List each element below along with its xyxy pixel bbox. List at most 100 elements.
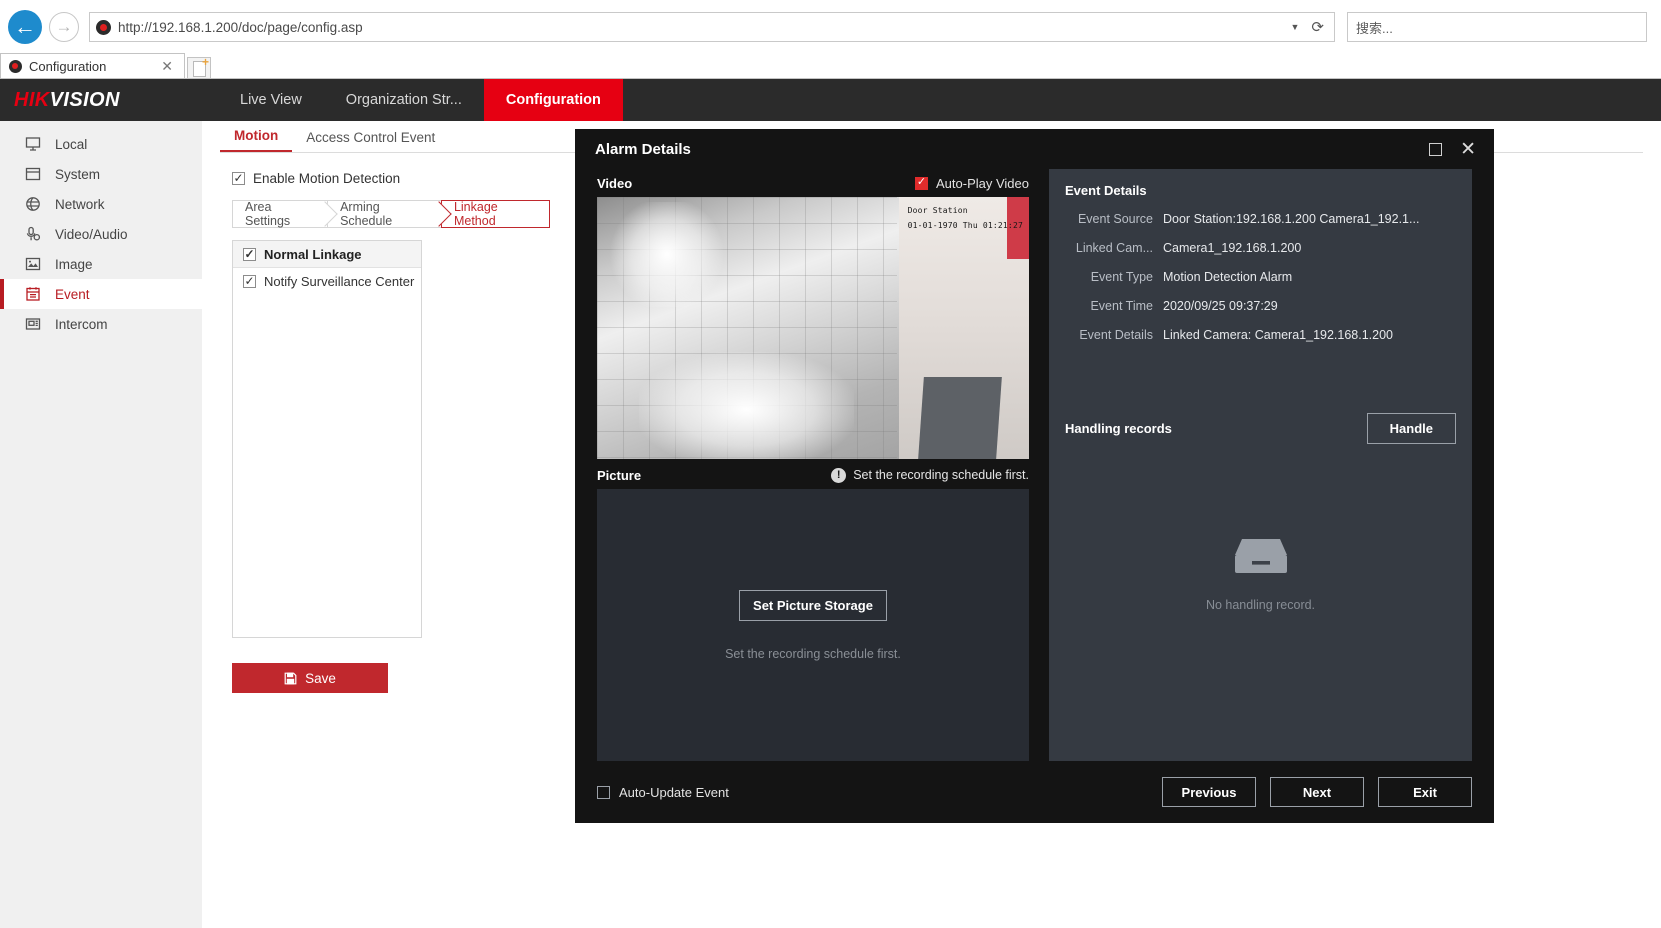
- exit-button[interactable]: Exit: [1378, 777, 1472, 807]
- step-area-settings[interactable]: Area Settings: [232, 200, 338, 228]
- notify-surveillance-center-row[interactable]: Notify Surveillance Center: [233, 268, 421, 295]
- osd-channel-name: Door Station: [907, 206, 968, 215]
- alarm-details-dialog: Alarm Details ✕ Video Auto-Play Video: [575, 129, 1494, 823]
- browser-tab[interactable]: Configuration ✕: [0, 53, 185, 78]
- auto-update-event-checkbox[interactable]: [597, 785, 610, 799]
- sidebar-item-intercom[interactable]: Intercom: [0, 309, 202, 339]
- step-label: Arming Schedule: [340, 200, 393, 228]
- maximize-icon[interactable]: [1429, 142, 1443, 156]
- event-time-label: Event Time: [1090, 299, 1153, 313]
- sidebar-item-image[interactable]: Image: [0, 249, 202, 279]
- sidebar-item-label: Intercom: [55, 316, 108, 332]
- calendar-icon: [24, 285, 42, 303]
- chevron-down-icon[interactable]: ▼: [1291, 22, 1300, 32]
- next-button[interactable]: Next: [1270, 777, 1364, 807]
- video-osd-overlay: Door Station 01-01-1970 Thu 01:21:27: [908, 203, 1023, 233]
- logo-text-hik: HIK: [14, 88, 50, 111]
- sidebar-item-event[interactable]: Event: [0, 279, 202, 309]
- picture-icon: [24, 255, 42, 273]
- back-arrow-icon[interactable]: ←: [8, 10, 42, 44]
- video-section-header: Video Auto-Play Video: [597, 169, 1029, 197]
- save-button-label: Save: [305, 670, 336, 686]
- handling-records-title: Handling records: [1065, 421, 1172, 436]
- event-details-label: Event Details: [1079, 328, 1153, 342]
- event-detail-row: Event Type Motion Detection Alarm: [1065, 270, 1456, 284]
- set-picture-storage-button[interactable]: Set Picture Storage: [739, 589, 887, 621]
- handling-records-header: Handling records Handle: [1065, 413, 1456, 444]
- event-type-label: Event Type: [1090, 270, 1153, 284]
- microphone-icon: [24, 225, 42, 243]
- page-body: Local System Network Video/Audio Image E…: [0, 121, 1661, 928]
- sidebar-item-label: Video/Audio: [55, 226, 128, 242]
- auto-play-video-checkbox[interactable]: [915, 176, 928, 190]
- step-linkage-method[interactable]: Linkage Method: [440, 200, 550, 228]
- new-tab-button[interactable]: [187, 55, 211, 78]
- sidebar-item-label: Local: [55, 136, 88, 152]
- browser-search-placeholder: 搜索...: [1356, 20, 1393, 36]
- browser-search-input[interactable]: 搜索...: [1347, 12, 1647, 42]
- event-detail-row: Event Time 2020/09/25 09:37:29: [1065, 299, 1456, 313]
- intercom-icon: [24, 315, 42, 333]
- forward-arrow-icon[interactable]: →: [49, 12, 79, 42]
- enable-motion-detection-label: Enable Motion Detection: [253, 171, 401, 186]
- auto-play-video-row[interactable]: Auto-Play Video: [915, 176, 1029, 191]
- address-bar[interactable]: http://192.168.1.200/doc/page/config.asp…: [89, 12, 1335, 42]
- window-icon: [24, 165, 42, 183]
- floppy-disk-icon: [284, 672, 297, 685]
- picture-warning: ! Set the recording schedule first.: [831, 467, 1029, 483]
- enable-motion-detection-checkbox[interactable]: [232, 172, 245, 185]
- sidebar-bottom-spacer: [202, 885, 404, 928]
- tab-motion[interactable]: Motion: [220, 128, 293, 152]
- event-type-value: Motion Detection Alarm: [1163, 270, 1293, 284]
- picture-preview: Set Picture Storage Set the recording sc…: [597, 489, 1029, 761]
- video-preview[interactable]: Door Station 01-01-1970 Thu 01:21:27: [597, 197, 1029, 459]
- step-breadcrumb: Area Settings Arming Schedule Linkage Me…: [232, 200, 550, 228]
- dialog-body: Video Auto-Play Video: [575, 169, 1494, 761]
- sidebar-item-video-audio[interactable]: Video/Audio: [0, 219, 202, 249]
- step-label: Area Settings: [245, 200, 291, 228]
- close-icon[interactable]: ✕: [1460, 140, 1476, 159]
- sidebar-item-local[interactable]: Local: [0, 129, 202, 159]
- sidebar-item-system[interactable]: System: [0, 159, 202, 189]
- browser-tab-strip: Configuration ✕: [0, 53, 1661, 79]
- event-time-value: 2020/09/25 09:37:29: [1163, 299, 1278, 313]
- media-column: Video Auto-Play Video: [597, 169, 1029, 761]
- event-detail-row: Event Source Door Station:192.168.1.200 …: [1065, 212, 1456, 226]
- nav-item-live-view[interactable]: Live View: [218, 79, 324, 121]
- save-button[interactable]: Save: [232, 663, 388, 693]
- handle-button[interactable]: Handle: [1366, 413, 1456, 444]
- normal-linkage-row[interactable]: Normal Linkage: [233, 241, 421, 268]
- auto-play-video-label: Auto-Play Video: [936, 175, 1029, 191]
- sidebar-item-label: Network: [55, 196, 105, 212]
- close-icon[interactable]: ✕: [158, 58, 176, 75]
- notify-surveillance-center-checkbox[interactable]: [243, 275, 256, 288]
- picture-warning-text: Set the recording schedule first.: [853, 468, 1029, 482]
- normal-linkage-checkbox[interactable]: [243, 247, 256, 261]
- browser-nav-row: ← → http://192.168.1.200/doc/page/config…: [0, 0, 1661, 54]
- reload-icon[interactable]: ⟳: [1311, 18, 1324, 36]
- site-favicon-icon: [96, 19, 111, 35]
- main-content: Motion Access Control Event Enable Motio…: [202, 121, 1661, 928]
- tab-favicon-icon: [9, 59, 22, 73]
- exclamation-icon: !: [831, 467, 847, 483]
- event-detail-row: Linked Cam... Camera1_192.168.1.200: [1065, 241, 1456, 255]
- logo-text-vision: VISION: [49, 88, 120, 111]
- auto-update-event-row[interactable]: Auto-Update Event: [597, 785, 729, 800]
- video-glare-bottom: [639, 352, 854, 459]
- inbox-tray-icon: [1230, 533, 1292, 584]
- hikvision-logo: HIK VISION: [0, 79, 218, 121]
- dialog-title: Alarm Details: [595, 140, 691, 158]
- app-header: HIK VISION Live View Organization Str... …: [0, 79, 1661, 121]
- nav-item-organization[interactable]: Organization Str...: [324, 79, 484, 121]
- step-arming-schedule[interactable]: Arming Schedule: [327, 200, 452, 228]
- video-section-label: Video: [597, 175, 633, 191]
- nav-item-configuration[interactable]: Configuration: [483, 79, 623, 121]
- picture-section-label: Picture: [597, 467, 642, 483]
- linkage-method-panel: Normal Linkage Notify Surveillance Cente…: [232, 240, 422, 638]
- tab-access-control-event[interactable]: Access Control Event: [292, 130, 449, 152]
- previous-button[interactable]: Previous: [1162, 777, 1256, 807]
- sidebar-item-network[interactable]: Network: [0, 189, 202, 219]
- handling-records-empty-state: No handling record.: [1065, 454, 1456, 761]
- step-label: Linkage Method: [453, 200, 498, 228]
- notify-surveillance-center-label: Notify Surveillance Center: [264, 274, 415, 289]
